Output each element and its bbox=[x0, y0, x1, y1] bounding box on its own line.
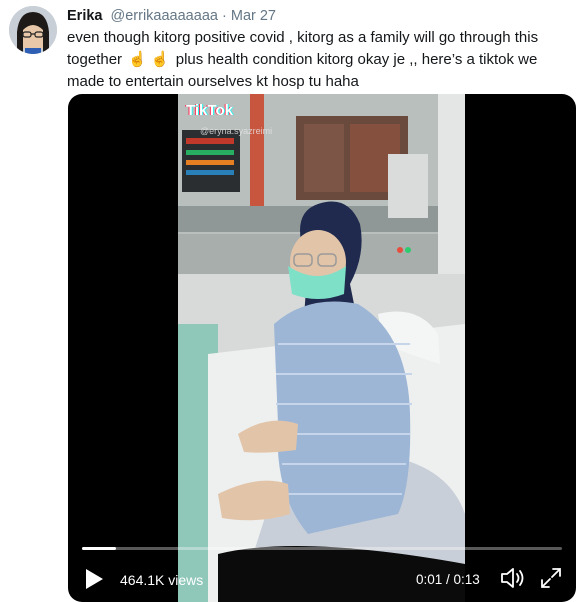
video-time: 0:01 / 0:13 bbox=[416, 572, 480, 587]
video-progress-bar[interactable] bbox=[82, 547, 562, 550]
tweet-header: Erika @errikaaaaaaaa · Mar 27 bbox=[67, 8, 276, 24]
view-count: 464.1K views bbox=[120, 572, 204, 588]
play-icon bbox=[86, 569, 103, 589]
play-button[interactable] bbox=[84, 568, 104, 590]
fullscreen-icon bbox=[541, 568, 561, 588]
pointing-up-emoji-2: ☝️ bbox=[150, 51, 170, 68]
video-player[interactable]: TikTok @eryna.syazreimi 464.1K views 0:0… bbox=[68, 94, 576, 602]
header-separator: · bbox=[221, 8, 227, 24]
tweet-text: even though kitorg positive covid , kito… bbox=[67, 27, 547, 93]
tiktok-username: @eryna.syazreimi bbox=[200, 126, 273, 136]
author-name[interactable]: Erika bbox=[67, 8, 102, 24]
video-progress-fill bbox=[82, 547, 116, 550]
author-handle[interactable]: @errikaaaaaaaa bbox=[111, 8, 218, 24]
volume-button[interactable] bbox=[500, 566, 526, 590]
volume-icon bbox=[501, 568, 524, 588]
avatar[interactable] bbox=[9, 6, 57, 54]
pointing-up-emoji-1: ☝️ bbox=[128, 51, 147, 68]
video-frame: TikTok @eryna.syazreimi bbox=[178, 94, 465, 602]
fullscreen-button[interactable] bbox=[540, 567, 562, 589]
hospital-scene-image bbox=[178, 94, 465, 602]
tweet-date[interactable]: Mar 27 bbox=[231, 8, 276, 24]
tweet: Erika @errikaaaaaaaa · Mar 27 even thoug… bbox=[0, 0, 577, 602]
tiktok-logo: TikTok bbox=[186, 102, 233, 119]
